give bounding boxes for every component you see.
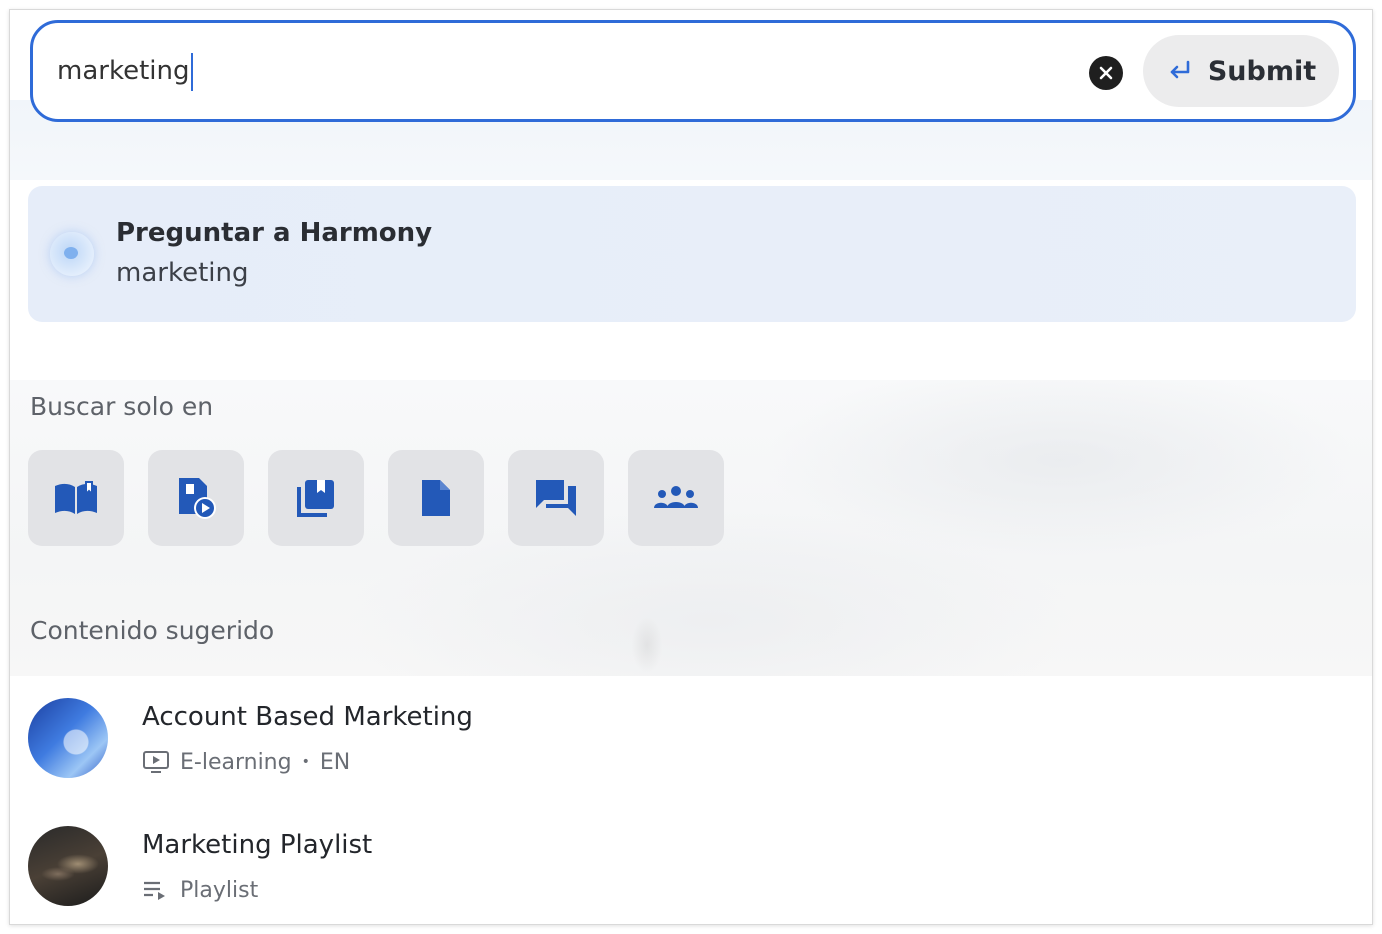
document-icon	[422, 480, 450, 516]
item-meta: Playlist	[142, 876, 258, 904]
meta-separator: •	[301, 754, 310, 770]
suggested-item-marketing-playlist[interactable]: Marketing Playlist Playlist	[28, 826, 1348, 924]
filter-tile-communities[interactable]	[628, 450, 724, 546]
forum-chat-icon	[536, 480, 576, 516]
filter-tiles	[28, 450, 724, 546]
open-book-icon	[55, 481, 97, 514]
suggested-heading: Contenido sugerido	[30, 616, 275, 645]
elearning-screen-icon	[143, 751, 169, 773]
search-bar: Submit	[30, 20, 1356, 122]
suggested-item-account-based-marketing[interactable]: Account Based Marketing E-learning • EN	[28, 698, 1348, 798]
search-input[interactable]	[57, 49, 1037, 93]
filter-tile-forums[interactable]	[508, 450, 604, 546]
filter-heading: Buscar solo en	[30, 392, 214, 421]
submit-label: Submit	[1207, 55, 1317, 87]
ask-harmony-suggestion[interactable]: Preguntar a Harmony marketing	[28, 186, 1356, 322]
harmony-assistant-icon	[50, 232, 94, 276]
item-thumbnail	[28, 698, 108, 778]
filter-tile-library[interactable]	[268, 450, 364, 546]
item-title: Account Based Marketing	[142, 702, 473, 732]
item-title: Marketing Playlist	[142, 830, 373, 860]
search-dropdown-panel: Submit Preguntar a Harmony marketing Bus…	[9, 9, 1373, 925]
playlist-icon	[144, 881, 165, 900]
clear-search-button[interactable]	[1089, 56, 1123, 90]
text-caret	[191, 53, 193, 91]
item-language: EN	[319, 749, 351, 775]
video-file-icon	[179, 478, 216, 519]
harmony-query: marketing	[116, 258, 249, 288]
filter-tile-videos[interactable]	[148, 450, 244, 546]
submit-button[interactable]: Submit	[1143, 35, 1339, 107]
library-collection-icon	[297, 480, 334, 517]
enter-return-icon	[1170, 60, 1190, 79]
harmony-title: Preguntar a Harmony	[116, 218, 433, 248]
close-icon	[1099, 66, 1113, 80]
filter-tile-books[interactable]	[28, 450, 124, 546]
item-type: Playlist	[180, 877, 259, 903]
background-figure	[622, 600, 672, 680]
item-type: E-learning	[180, 749, 292, 775]
item-meta: E-learning • EN	[142, 748, 350, 776]
community-group-icon	[654, 486, 698, 508]
item-thumbnail	[28, 826, 108, 906]
filter-tile-documents[interactable]	[388, 450, 484, 546]
